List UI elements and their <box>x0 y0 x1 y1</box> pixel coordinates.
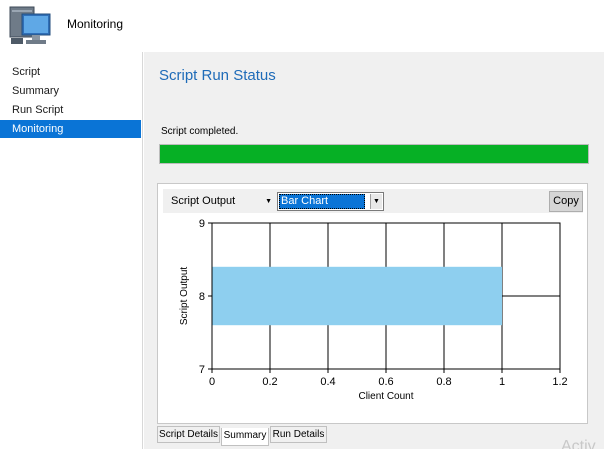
tab-strip: Script Details Summary Run Details <box>157 426 588 449</box>
dropdown-arrow-icon[interactable]: ▼ <box>370 194 382 209</box>
status-text: Script completed. <box>161 126 239 137</box>
tab-run-details[interactable]: Run Details <box>270 426 327 443</box>
sidebar-item-summary[interactable]: Summary <box>0 82 141 100</box>
tab-summary[interactable]: Summary <box>221 428 269 446</box>
sidebar: Script Summary Run Script Monitoring <box>0 52 143 449</box>
tab-script-details[interactable]: Script Details <box>157 426 220 443</box>
chart-x-tick-label: 0.4 <box>320 376 335 388</box>
chart-x-tick-label: 1.2 <box>552 376 567 388</box>
chart-x-tick-label: 0.2 <box>262 376 277 388</box>
chart-bars <box>212 266 502 326</box>
page-title: Script Run Status <box>159 67 276 84</box>
sidebar-item-monitoring[interactable]: Monitoring <box>0 120 141 138</box>
chart-x-tick-label: 0.8 <box>436 376 451 388</box>
activation-watermark: Activ <box>561 438 596 449</box>
chart-y-tick-label: 9 <box>199 218 205 230</box>
main-content: Script Run Status Script completed. Scri… <box>144 52 604 449</box>
chart-y-tick-label: 8 <box>199 291 205 303</box>
output-toolbar: Script Output ▼ Bar Chart ▼ Copy <box>163 189 583 213</box>
output-type-select-value: Script Output <box>171 195 236 207</box>
output-type-select[interactable]: Script Output ▼ <box>168 192 276 211</box>
progress-bar <box>159 144 589 164</box>
progress-bar-fill <box>160 145 588 163</box>
chart-y-axis-label: Script Output <box>179 267 190 326</box>
sidebar-item-script[interactable]: Script <box>0 63 141 81</box>
computer-monitor-icon <box>9 6 51 44</box>
chart-x-axis-label: Client Count <box>358 391 413 402</box>
header-title: Monitoring <box>67 17 124 31</box>
chart-x-tick-label: 1 <box>499 376 505 388</box>
chart-x-tick-label: 0.6 <box>378 376 393 388</box>
chart-x-tick-label: 0 <box>209 376 215 388</box>
chart-bar <box>212 266 502 326</box>
bar-chart: 0 0.2 0.4 0.6 0.8 1 1.2 7 8 9 Client Count Script… <box>179 218 568 402</box>
chart-y-tick-label: 7 <box>199 364 205 376</box>
output-panel: Script Output ▼ Bar Chart ▼ Copy 0 0.2 0.4… <box>157 183 588 424</box>
sidebar-item-run-script[interactable]: Run Script <box>0 101 141 119</box>
header: Monitoring <box>0 0 604 52</box>
chart-type-select[interactable]: Bar Chart ▼ <box>277 192 384 211</box>
dropdown-arrow-icon: ▼ <box>265 198 272 205</box>
copy-button[interactable]: Copy <box>549 191 583 212</box>
chart-type-select-value: Bar Chart <box>279 194 365 209</box>
